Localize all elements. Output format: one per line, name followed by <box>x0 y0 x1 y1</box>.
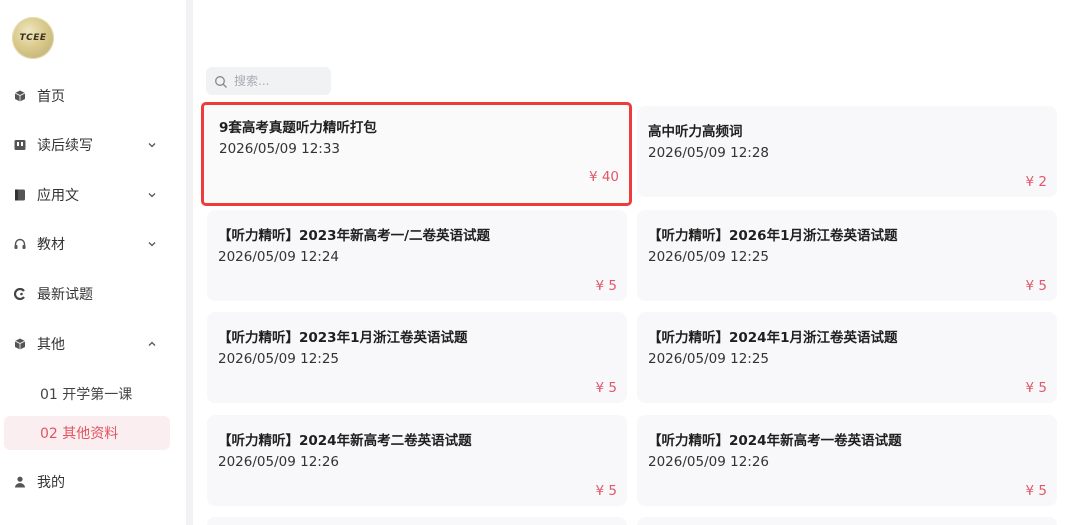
sidebar-item-practical-writing[interactable]: 应用文 <box>0 177 186 213</box>
chevron-down-icon <box>146 189 158 201</box>
sidebar-subitem-other-materials[interactable]: 02 其他资料 <box>4 416 170 450</box>
search-box[interactable] <box>206 67 331 95</box>
card-title: 9套高考真题听力精听打包 <box>219 120 377 136</box>
box-icon <box>14 189 26 201</box>
product-card[interactable]: 【听力精听】2024年1月浙江卷英语试题 2026/05/09 12:25 ¥ … <box>637 312 1057 403</box>
swirl-icon <box>14 288 26 300</box>
card-price: ¥ 5 <box>1025 380 1047 396</box>
logo-avatar[interactable]: TCEE <box>12 17 54 59</box>
product-card-partial[interactable] <box>637 517 1057 525</box>
sidebar-item-profile[interactable]: 我的 <box>0 464 186 500</box>
product-card[interactable]: 【听力精听】2026年1月浙江卷英语试题 2026/05/09 12:25 ¥ … <box>637 210 1057 301</box>
sidebar-subitem-label: 02 其他资料 <box>40 426 119 442</box>
product-card[interactable]: 【听力精听】2023年新高考一/二卷英语试题 2026/05/09 12:24 … <box>207 210 627 301</box>
product-card[interactable]: 高中听力高频词 2026/05/09 12:28 ¥ 2 <box>637 106 1057 197</box>
card-price: ¥ 5 <box>595 483 617 499</box>
product-card[interactable]: 【听力精听】2023年1月浙江卷英语试题 2026/05/09 12:25 ¥ … <box>207 312 627 403</box>
card-price: ¥ 5 <box>595 380 617 396</box>
card-title: 【听力精听】2024年新高考二卷英语试题 <box>218 433 472 449</box>
card-date: 2026/05/09 12:26 <box>218 454 340 470</box>
card-title: 高中听力高频词 <box>648 124 743 140</box>
search-icon <box>214 74 228 88</box>
sidebar-item-home[interactable]: 首页 <box>0 78 186 114</box>
book-icon <box>14 139 26 151</box>
card-price: ¥ 2 <box>1025 174 1047 190</box>
card-date: 2026/05/09 12:24 <box>218 249 340 265</box>
user-icon <box>14 476 26 488</box>
card-title: 【听力精听】2026年1月浙江卷英语试题 <box>648 228 898 244</box>
card-title: 【听力精听】2024年新高考一卷英语试题 <box>648 433 902 449</box>
cube-icon <box>14 90 26 102</box>
product-card[interactable]: 【听力精听】2024年新高考一卷英语试题 2026/05/09 12:26 ¥ … <box>637 415 1057 506</box>
cube-icon <box>14 338 26 350</box>
sidebar-divider <box>186 0 193 525</box>
card-price: ¥ 5 <box>1025 278 1047 294</box>
card-date: 2026/05/09 12:25 <box>648 351 770 367</box>
sidebar-item-label: 其他 <box>37 337 65 353</box>
sidebar-item-label: 教材 <box>37 237 65 253</box>
card-title: 【听力精听】2023年1月浙江卷英语试题 <box>218 330 468 346</box>
sidebar-subitem-first-lesson[interactable]: 01 开学第一课 <box>4 377 170 411</box>
card-date: 2026/05/09 12:28 <box>648 145 770 161</box>
sidebar-item-continuation-writing[interactable]: 读后续写 <box>0 127 186 163</box>
card-date: 2026/05/09 12:25 <box>648 249 770 265</box>
card-date: 2026/05/09 12:33 <box>219 141 341 157</box>
product-card[interactable]: 【听力精听】2024年新高考二卷英语试题 2026/05/09 12:26 ¥ … <box>207 415 627 506</box>
sidebar-item-label: 读后续写 <box>37 138 93 154</box>
sidebar-item-label: 应用文 <box>37 188 79 204</box>
card-date: 2026/05/09 12:25 <box>218 351 340 367</box>
card-price: ¥ 5 <box>1025 483 1047 499</box>
headphones-icon <box>14 238 26 250</box>
chevron-up-icon <box>146 338 158 350</box>
card-title: 【听力精听】2024年1月浙江卷英语试题 <box>648 330 898 346</box>
sidebar-subitem-label: 01 开学第一课 <box>40 387 133 403</box>
card-date: 2026/05/09 12:26 <box>648 454 770 470</box>
sidebar-item-other[interactable]: 其他 <box>0 326 186 362</box>
logo-text: TCEE <box>19 33 47 43</box>
sidebar-item-latest-exams[interactable]: 最新试题 <box>0 276 186 312</box>
product-card[interactable]: 9套高考真题听力精听打包 2026/05/09 12:33 ¥ 40 <box>201 102 632 206</box>
chevron-down-icon <box>146 139 158 151</box>
search-input[interactable] <box>234 67 326 95</box>
product-card-partial[interactable] <box>207 517 627 525</box>
sidebar-item-textbook[interactable]: 教材 <box>0 226 186 262</box>
sidebar: TCEE 首页 读后续写 应用文 教材 最新试题 其他 01 开学第一课 02 … <box>0 0 186 525</box>
sidebar-item-label: 首页 <box>37 89 65 105</box>
sidebar-item-label: 最新试题 <box>37 287 93 303</box>
card-price: ¥ 5 <box>595 278 617 294</box>
card-price: ¥ 40 <box>588 169 619 185</box>
card-title: 【听力精听】2023年新高考一/二卷英语试题 <box>218 228 491 244</box>
chevron-down-icon <box>146 238 158 250</box>
sidebar-item-label: 我的 <box>37 475 65 491</box>
